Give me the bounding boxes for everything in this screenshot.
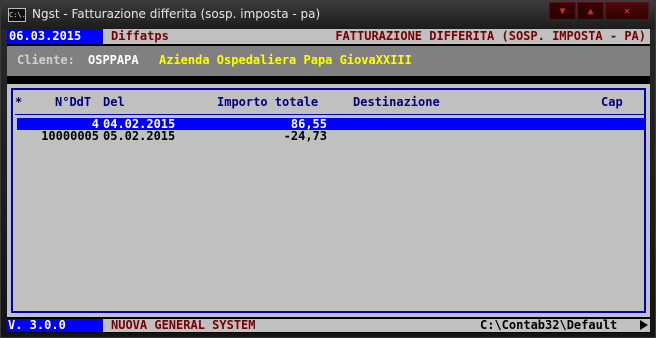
app-window: C:\. Ngst - Fatturazione differita (sosp… [0, 0, 656, 338]
version-label: V. 3.0.0 [7, 319, 103, 332]
client-bar: Cliente: OSPPAPA Azienda Ospedaliera Pap… [7, 46, 650, 76]
row-amount: -24,73 [283, 129, 327, 143]
column-header-cap: Cap [601, 95, 623, 109]
current-date: 06.03.2015 [7, 29, 103, 44]
screen-title: FATTURAZIONE DIFFERITA (SOSP. IMPOSTA - … [335, 29, 646, 43]
client-name: Azienda Ospedaliera Papa GiovaXXIII [159, 53, 412, 67]
client-label: Cliente: [17, 53, 75, 67]
list-frame: * N°DdT Del Importo totale Destinazione … [11, 88, 646, 313]
ddt-list-panel: * N°DdT Del Importo totale Destinazione … [7, 84, 650, 317]
column-header-date: Del [103, 95, 125, 109]
column-header-amount: Importo totale [217, 95, 319, 109]
minimize-icon[interactable]: ▼ [549, 2, 576, 20]
scroll-right-icon[interactable] [640, 320, 648, 330]
column-header-mark: * [15, 95, 23, 109]
program-name: Diffatps [111, 29, 169, 43]
top-status-bar: 06.03.2015 Diffatps FATTURAZIONE DIFFERI… [7, 29, 650, 44]
close-icon[interactable]: ✕ [605, 2, 649, 20]
table-row[interactable]: 10000005 05.02.2015 -24,73 [17, 130, 646, 142]
row-doc-no: 10000005 [41, 129, 99, 143]
header-separator [15, 114, 646, 115]
console-area: 06.03.2015 Diffatps FATTURAZIONE DIFFERI… [7, 29, 650, 333]
maximize-icon[interactable]: ▲ [577, 2, 604, 20]
window-controls: ▼ ▲ ✕ [549, 2, 649, 20]
bottom-status-bar: V. 3.0.0 NUOVA GENERAL SYSTEM C:\Contab3… [7, 319, 650, 332]
working-path: C:\Contab32\Default [480, 319, 618, 332]
title-bar[interactable]: C:\. Ngst - Fatturazione differita (sosp… [1, 1, 655, 29]
column-header-doc-no: N°DdT [55, 95, 92, 109]
window-title: Ngst - Fatturazione differita (sosp. imp… [32, 7, 321, 21]
company-name: NUOVA GENERAL SYSTEM [111, 318, 256, 332]
console-app-icon[interactable]: C:\. [8, 8, 26, 22]
client-code: OSPPAPA [88, 53, 139, 67]
row-date: 05.02.2015 [103, 129, 176, 143]
column-header-destination: Destinazione [353, 95, 440, 109]
